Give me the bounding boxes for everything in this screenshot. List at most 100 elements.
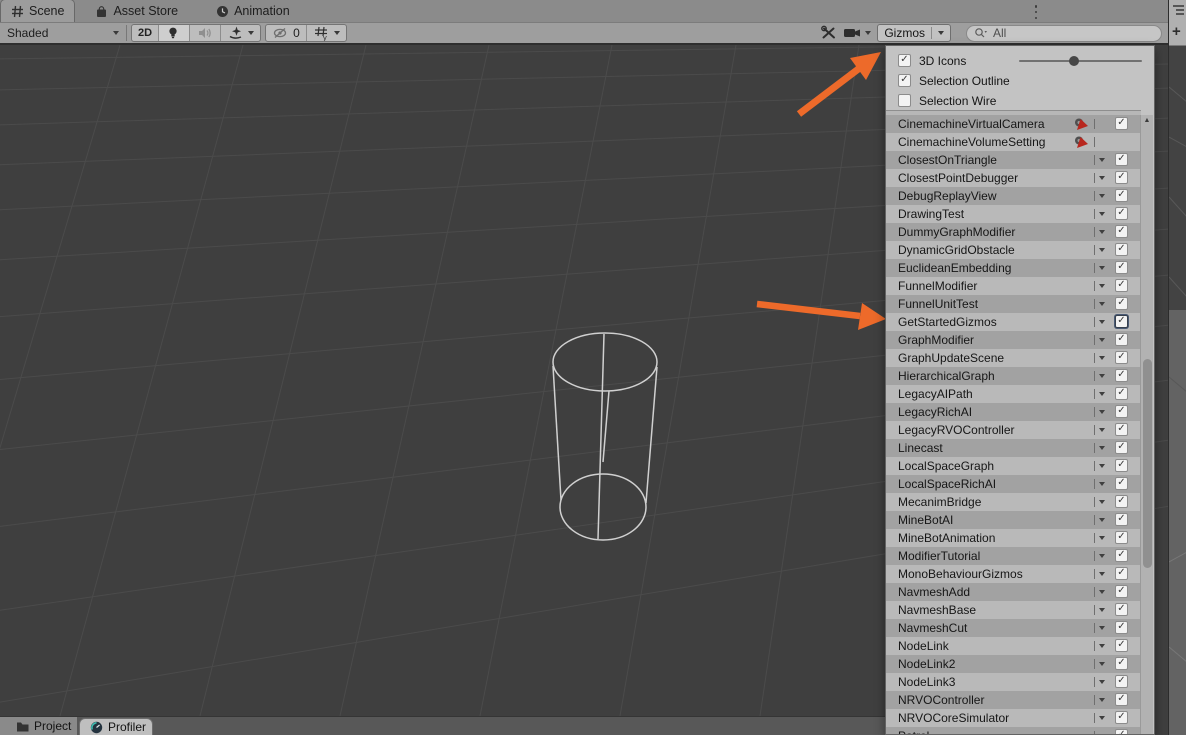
gizmo-enabled-checkbox[interactable]: ✓ (1115, 279, 1128, 292)
gizmo-enabled-checkbox[interactable]: ✓ (1115, 153, 1128, 166)
gizmo-enabled-checkbox[interactable]: ✓ (1115, 369, 1128, 382)
tab-asset-store[interactable]: Asset Store (85, 0, 188, 22)
icon-size-slider[interactable] (1019, 56, 1142, 66)
gizmo-script-row[interactable]: NavmeshBase ✓ (886, 601, 1141, 619)
gizmo-icon-dropdown[interactable] (1099, 572, 1105, 576)
gizmo-script-row[interactable]: ModifierTutorial ✓ (886, 547, 1141, 565)
gizmo-script-row[interactable]: GraphModifier ✓ (886, 331, 1141, 349)
scene-lighting-button[interactable] (158, 25, 190, 41)
gizmo-enabled-checkbox[interactable]: ✓ (1115, 495, 1128, 508)
gizmo-enabled-checkbox[interactable]: ✓ (1115, 423, 1128, 436)
gizmos-dropdown-button[interactable]: Gizmos (877, 24, 951, 42)
gizmo-option-row[interactable]: ✓ Selection Wire (886, 92, 1154, 110)
scene-camera-icon[interactable] (843, 25, 863, 41)
scene-audio-button[interactable] (189, 25, 220, 41)
gizmo-enabled-checkbox[interactable]: ✓ (1115, 189, 1128, 202)
gizmo-script-row[interactable]: MineBotAI ✓ (886, 511, 1141, 529)
gizmo-script-row[interactable]: NodeLink3 ✓ (886, 673, 1141, 691)
gizmo-enabled-checkbox[interactable]: ✓ (1115, 585, 1128, 598)
gizmo-enabled-checkbox[interactable]: ✓ (1115, 225, 1128, 238)
add-plus-icon[interactable]: + (1172, 23, 1181, 40)
gizmo-script-row[interactable]: FunnelModifier ✓ (886, 277, 1141, 295)
gizmo-script-row[interactable]: DebugReplayView ✓ (886, 187, 1141, 205)
gizmo-icon-dropdown[interactable] (1099, 338, 1105, 342)
gizmo-icon-dropdown[interactable] (1099, 464, 1105, 468)
gizmo-icon-dropdown[interactable] (1099, 356, 1105, 360)
gizmo-icon-dropdown[interactable] (1099, 644, 1105, 648)
gizmo-script-row[interactable]: CinemachineVirtualCamera ✓ (886, 115, 1141, 133)
gizmo-icon-dropdown[interactable] (1099, 302, 1105, 306)
gizmo-enabled-checkbox[interactable]: ✓ (1115, 405, 1128, 418)
gizmo-script-row[interactable]: LocalSpaceRichAI ✓ (886, 475, 1141, 493)
gizmo-enabled-checkbox[interactable]: ✓ (1115, 675, 1128, 688)
gizmo-enabled-checkbox[interactable]: ✓ (1115, 531, 1128, 544)
gizmo-script-row[interactable]: MineBotAnimation ✓ (886, 529, 1141, 547)
gizmo-icon-dropdown[interactable] (1099, 284, 1105, 288)
gizmo-enabled-checkbox[interactable]: ✓ (1115, 297, 1128, 310)
gizmo-icon-dropdown[interactable] (1099, 266, 1105, 270)
gizmo-icon-dropdown[interactable] (1099, 662, 1105, 666)
gizmo-script-row[interactable]: ClosestOnTriangle ✓ (886, 151, 1141, 169)
gizmo-icon-dropdown[interactable] (1099, 230, 1105, 234)
gizmo-icon-dropdown[interactable] (1099, 158, 1105, 162)
gizmo-enabled-checkbox[interactable]: ✓ (1115, 459, 1128, 472)
slider-knob[interactable] (1069, 56, 1080, 66)
gizmo-script-row[interactable]: NavmeshCut ✓ (886, 619, 1141, 637)
gizmo-script-row[interactable]: NodeLink2 ✓ (886, 655, 1141, 673)
gizmo-script-row[interactable]: LegacyAIPath ✓ (886, 385, 1141, 403)
gizmo-option-row[interactable]: ✓ 3D Icons (886, 52, 1154, 70)
scroll-up-arrow-icon[interactable]: ▲ (1141, 117, 1153, 124)
tools-wrench-icon[interactable] (820, 25, 838, 41)
gizmo-icon-dropdown[interactable] (1099, 176, 1105, 180)
gizmo-enabled-checkbox[interactable]: ✓ (1115, 243, 1128, 256)
option-checkbox[interactable]: ✓ (898, 74, 911, 87)
gizmo-icon-dropdown[interactable] (1099, 716, 1105, 720)
gizmo-script-row[interactable]: NRVOCoreSimulator ✓ (886, 709, 1141, 727)
gizmo-script-row[interactable]: DynamicGridObstacle ✓ (886, 241, 1141, 259)
gizmo-script-row[interactable]: CinemachineVolumeSetting ✓ (886, 133, 1141, 151)
tab-animation[interactable]: Animation (206, 0, 300, 22)
gizmo-icon-dropdown[interactable] (1099, 608, 1105, 612)
gizmo-script-row[interactable]: LocalSpaceGraph ✓ (886, 457, 1141, 475)
effects-visibility-dropdown[interactable] (220, 25, 260, 41)
gizmo-script-row[interactable]: EuclideanEmbedding ✓ (886, 259, 1141, 277)
gizmo-enabled-checkbox[interactable]: ✓ (1115, 567, 1128, 580)
gizmo-script-row[interactable]: LegacyRVOController ✓ (886, 421, 1141, 439)
gizmo-script-row[interactable]: FunnelUnitTest ✓ (886, 295, 1141, 313)
gizmo-icon-dropdown[interactable] (1099, 680, 1105, 684)
gizmo-icon-dropdown[interactable] (1099, 320, 1105, 324)
gizmo-enabled-checkbox[interactable]: ✓ (1115, 477, 1128, 490)
gizmo-icon-dropdown[interactable] (1099, 194, 1105, 198)
gizmo-enabled-checkbox[interactable]: ✓ (1115, 261, 1128, 274)
gizmo-enabled-checkbox[interactable]: ✓ (1115, 387, 1128, 400)
gizmo-script-row[interactable]: NavmeshAdd ✓ (886, 583, 1141, 601)
gizmo-enabled-checkbox[interactable]: ✓ (1115, 315, 1128, 328)
gizmo-enabled-checkbox[interactable]: ✓ (1115, 729, 1128, 734)
grid-visibility-dropdown[interactable]: y (305, 25, 346, 42)
gizmo-icon-dropdown[interactable] (1099, 536, 1105, 540)
gizmo-script-row[interactable]: LegacyRichAI ✓ (886, 403, 1141, 421)
gizmo-enabled-checkbox[interactable]: ✓ (1115, 603, 1128, 616)
tab-profiler[interactable]: Profiler (79, 718, 153, 735)
toggle-2d-button[interactable]: 2D (132, 25, 158, 41)
gizmo-icon-dropdown[interactable] (1099, 626, 1105, 630)
gizmo-script-row[interactable]: GetStartedGizmos ✓ (886, 313, 1141, 331)
gizmo-icon-dropdown[interactable] (1099, 374, 1105, 378)
gizmo-icon-dropdown[interactable] (1099, 590, 1105, 594)
gizmo-script-row[interactable]: Linecast ✓ (886, 439, 1141, 457)
gizmo-enabled-checkbox[interactable]: ✓ (1115, 549, 1128, 562)
tab-project[interactable]: Project (0, 717, 77, 735)
gizmo-enabled-checkbox[interactable]: ✓ (1115, 711, 1128, 724)
gizmo-icon-dropdown[interactable] (1099, 500, 1105, 504)
gizmo-icon-dropdown[interactable] (1099, 248, 1105, 252)
draw-mode-dropdown[interactable]: Shaded (0, 26, 126, 40)
gizmo-icon-dropdown[interactable] (1099, 518, 1105, 522)
gizmo-icon-dropdown[interactable] (1099, 698, 1105, 702)
option-checkbox[interactable]: ✓ (898, 54, 911, 67)
gizmo-icon-dropdown[interactable] (1099, 554, 1105, 558)
gizmo-script-row[interactable]: DrawingTest ✓ (886, 205, 1141, 223)
scene-visibility-button[interactable]: 0 (266, 25, 306, 41)
gizmo-enabled-checkbox[interactable]: ✓ (1115, 171, 1128, 184)
gizmo-script-row[interactable]: NRVOController ✓ (886, 691, 1141, 709)
gizmo-enabled-checkbox[interactable]: ✓ (1115, 621, 1128, 634)
